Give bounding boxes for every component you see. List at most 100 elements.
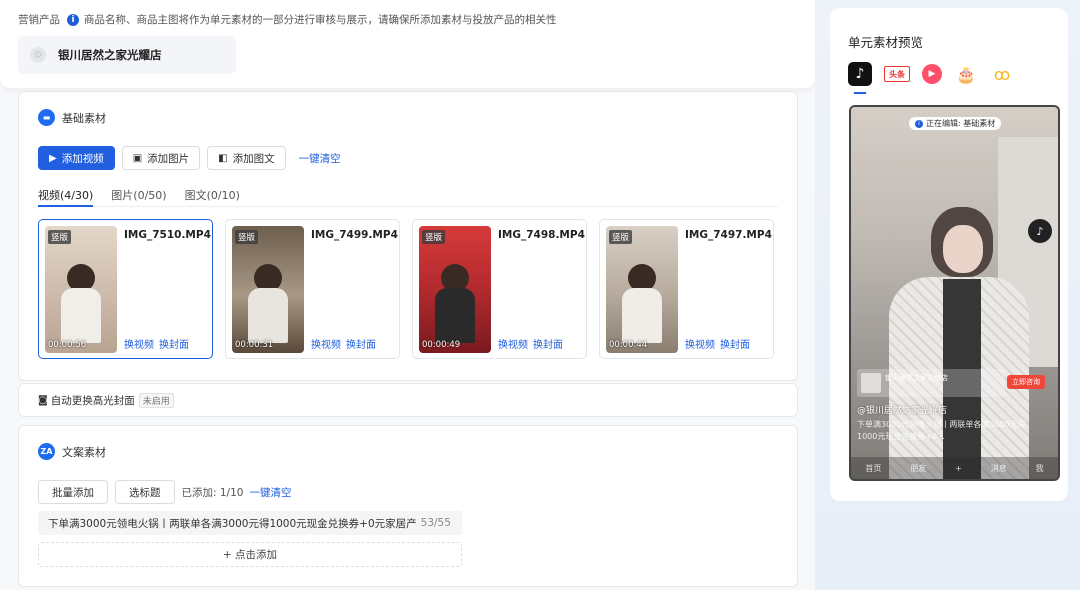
video-filename: IMG_7499.MP4 [311,229,398,241]
store-name: 银川居然之家光耀店 [58,48,162,62]
replace-video-link[interactable]: 换视频 [498,340,528,351]
video-thumbnail: 竖版 00:00:31 [232,226,304,353]
video-card[interactable]: 竖版 00:00:49 IMG_7498.MP4 换视频 换封面 [412,219,587,359]
folder-icon: ▬ [38,109,55,126]
thumb-body [248,288,288,343]
copy-material-title: 文案素材 [62,445,106,459]
tab-video[interactable]: 视频(4/30) [38,187,94,207]
replace-cover-link[interactable]: 换封面 [720,340,750,351]
add-image-label: 添加图片 [147,152,190,165]
nav-plus: + [955,463,962,473]
auto-cover-row[interactable]: ◙ 自动更换高光封面 未启用 [38,393,174,408]
orientation-tag: 竖版 [422,230,446,244]
add-image-button[interactable]: ▣ 添加图片 [121,146,201,170]
copy-item[interactable]: 下单满3000元领电火锅丨两联单各满3000元得1000元现金兑换券+0元家居产… [38,511,462,535]
replace-cover-link[interactable]: 换封面 [346,340,376,351]
preview-store-name: 银川居然之家光耀店 [885,374,948,382]
base-material-toolbar: ▶ 添加视频 ▣ 添加图片 ◧ 添加图文 一键清空 [38,146,341,170]
phone-preview: i 正在编辑: 基础素材 ♪ 银川居然之家光耀店 立即咨询 @银川居然之家光耀店… [849,105,1060,481]
replace-cover-link[interactable]: 换封面 [533,340,563,351]
video-card[interactable]: 竖版 00:00:56 IMG_7510.MP4 换视频 换封面 [38,219,213,359]
text-icon: ZA [38,443,55,460]
graphic-icon: ◧ [218,152,228,164]
preview-panel: 单元素材预览 ♪ 头条 ▶ 🎂 ꝏ i 正在编辑: 基础素材 ♪ 银川居然之家光… [830,8,1068,501]
editing-text: 正在编辑: 基础素材 [926,119,996,128]
video-filename: IMG_7498.MP4 [498,229,585,241]
main-area: 营销产品 i 商品名称、商品主图将作为单元素材的一部分进行审核与展示，请确保所添… [0,0,815,590]
toutiao-icon[interactable]: 头条 [884,66,910,82]
thumb-body [435,288,475,343]
product-label: 营销产品 [18,14,60,26]
preview-store-logo [861,373,881,393]
replace-video-link[interactable]: 换视频 [685,340,715,351]
material-tabs: 视频(4/30) 图片(0/50) 图文(0/10) [38,187,778,207]
copy-text: 下单满3000元领电火锅丨两联单各满3000元得1000元现金兑换券+0元家居产 [48,517,417,530]
add-copy-button[interactable]: + 点击添加 [38,542,462,567]
xigua-icon[interactable]: ▶ [922,64,942,84]
tab-image[interactable]: 图片(0/50) [111,187,166,207]
batch-add-button[interactable]: 批量添加 [38,480,108,504]
video-actions: 换视频 换封面 [124,336,194,351]
video-actions: 换视频 换封面 [498,336,568,351]
select-title-button[interactable]: 选标题 [115,480,175,504]
video-filename: IMG_7497.MP4 [685,229,772,241]
tab-graphic[interactable]: 图文(0/10) [185,187,240,207]
preview-title: 单元素材预览 [848,35,924,50]
video-filename: IMG_7510.MP4 [124,229,211,241]
platform-active-indicator [854,92,866,94]
nav-me: 我 [1035,463,1044,473]
add-graphic-label: 添加图文 [232,152,275,165]
replace-video-link[interactable]: 换视频 [311,340,341,351]
info-icon: i [67,13,79,26]
add-video-button[interactable]: ▶ 添加视频 [38,146,115,170]
video-actions: 换视频 换封面 [311,336,381,351]
clear-all-link[interactable]: 一键清空 [299,151,341,166]
base-material-card: ▬ 基础素材 ▶ 添加视频 ▣ 添加图片 ◧ 添加图文 一键清空 视频(4/30… [18,91,798,381]
orientation-tag: 竖版 [609,230,633,244]
copy-material-card: ZA 文案素材 批量添加 选标题 已添加: 1/10 一键清空 下单满3000元… [18,425,798,587]
replace-cover-link[interactable]: 换封面 [159,340,189,351]
base-material-title: 基础素材 [62,111,106,125]
added-count: 已添加: 1/10 [181,486,244,499]
other-app-icon[interactable]: ꝏ [990,62,1014,86]
product-notice: 营销产品 i 商品名称、商品主图将作为单元素材的一部分进行审核与展示，请确保所添… [18,12,557,27]
auto-cover-status: 未启用 [138,393,174,408]
copy-material-header: ZA 文案素材 [38,443,106,460]
video-list: 竖版 00:00:56 IMG_7510.MP4 换视频 换封面 竖版 00:00… [38,219,786,359]
store-logo-icon: ⚙ [30,47,46,63]
nav-friends: 朋友 [910,463,927,473]
info-icon: i [915,119,923,128]
video-duration: 00:00:56 [48,340,87,350]
video-duration: 00:00:49 [422,340,461,350]
preview-caption-text: 下单满3000元领电火锅丨两联单各满3000元得1000元现金兑换券+0... [857,420,1026,441]
add-graphic-button[interactable]: ◧ 添加图文 [207,146,286,170]
base-material-header: ▬ 基础素材 [38,109,106,126]
orientation-tag: 竖版 [48,230,72,244]
video-card[interactable]: 竖版 00:00:44 IMG_7497.MP4 换视频 换封面 [599,219,774,359]
nav-messages: 消息 [990,463,1007,473]
video-card[interactable]: 竖版 00:00:31 IMG_7499.MP4 换视频 换封面 [225,219,400,359]
tiktok-icon[interactable]: ♪ [848,62,872,86]
editing-badge: i 正在编辑: 基础素材 [909,117,1002,130]
thumb-body [622,288,662,343]
auto-cover-icon: ◙ [38,395,48,406]
add-video-label: 添加视频 [61,152,104,165]
store-chip[interactable]: ⚙ 银川居然之家光耀店 [18,36,236,74]
product-panel: 营销产品 i 商品名称、商品主图将作为单元素材的一部分进行审核与展示，请确保所添… [0,0,815,88]
replace-video-link[interactable]: 换视频 [124,340,154,351]
platform-switcher: ♪ 头条 ▶ 🎂 ꝏ [848,62,1026,86]
play-icon: ▶ [49,152,57,164]
preview-bottom-nav: 首页 朋友 + 消息 我 [851,457,1058,479]
video-thumbnail: 竖版 00:00:56 [45,226,117,353]
nav-home: 首页 [865,463,882,473]
preview-cta-button: 立即咨询 [1007,375,1045,389]
auto-cover-label: 自动更换高光封面 [50,395,135,407]
video-actions: 换视频 换封面 [685,336,755,351]
huoshan-icon[interactable]: 🎂 [954,62,978,86]
copy-char-count: 53/55 [420,517,451,529]
preview-store-card: 银川居然之家光耀店 立即咨询 [857,369,1045,397]
tiktok-side-icon: ♪ [1028,219,1052,243]
copy-clear-link[interactable]: 一键清空 [249,485,291,500]
orientation-tag: 竖版 [235,230,259,244]
notice-text: 商品名称、商品主图将作为单元素材的一部分进行审核与展示，请确保所添加素材与投放产… [84,14,557,26]
